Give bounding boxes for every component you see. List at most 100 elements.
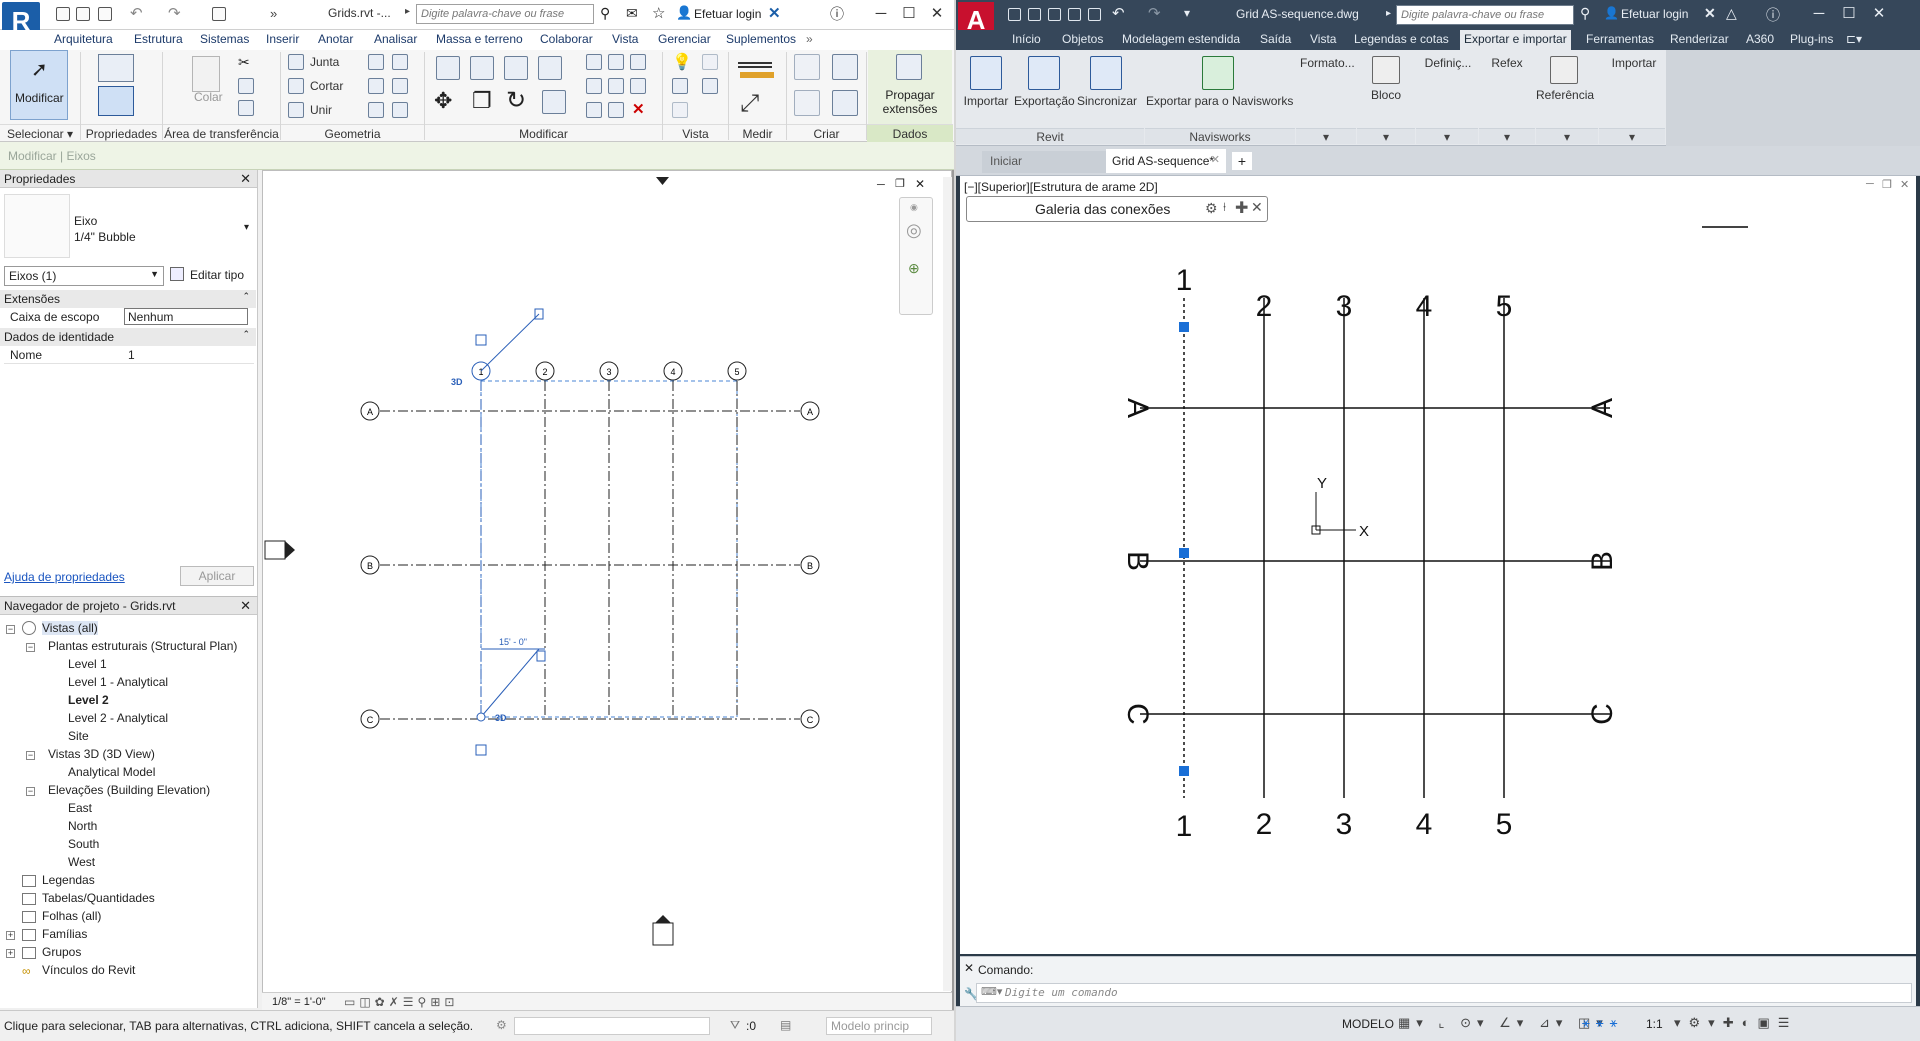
tab-inicio[interactable]: Início: [1012, 32, 1041, 46]
tree-item-families[interactable]: Famílias: [42, 927, 87, 941]
tab-overflow-icon[interactable]: »: [806, 32, 813, 46]
revit-drawing-area[interactable]: ─ ❐ ✕ ◉ ◎ ⊕ A A B B C C 1 2 3 4 5 3D 3D …: [262, 170, 952, 1010]
import-revit-button[interactable]: Importar: [960, 94, 1012, 108]
revit-search-input[interactable]: Digite palavra-chave ou frase: [416, 4, 594, 24]
autocad-login-link[interactable]: Efetuar login: [1621, 7, 1688, 21]
sync-revit-icon[interactable]: [1090, 56, 1122, 90]
scope-box-field[interactable]: Nenhum: [124, 308, 248, 325]
communication-icon[interactable]: ✉: [626, 5, 638, 22]
extent-3d-label-bottom[interactable]: 3D: [495, 713, 507, 723]
panel-expand-block[interactable]: ▾: [1357, 128, 1415, 144]
panel-expand-format[interactable]: ▾: [1296, 128, 1356, 144]
elevation-marker-west[interactable]: [264, 540, 286, 560]
measure-distance-icon[interactable]: [738, 62, 772, 68]
create-similar-icon[interactable]: [832, 90, 858, 116]
grip-bottom[interactable]: [1179, 766, 1189, 776]
offset-icon[interactable]: [470, 56, 494, 80]
tab-renderizar[interactable]: Renderizar: [1670, 32, 1729, 46]
workset-select[interactable]: [514, 1017, 710, 1035]
tab-objetos[interactable]: Objetos: [1062, 32, 1103, 46]
tree-item-east[interactable]: East: [68, 801, 92, 815]
paint-icon[interactable]: [392, 78, 408, 94]
dimension-icon[interactable]: ⤢: [740, 90, 759, 118]
autocad-search-input[interactable]: Digite palavra-chave ou frase: [1396, 5, 1574, 25]
tab-exportar-importar[interactable]: Exportar e importar: [1460, 30, 1571, 50]
grid-end-handle[interactable]: [476, 712, 486, 722]
tree-item-revit-links[interactable]: Vínculos do Revit: [42, 963, 135, 977]
properties-toggle-icon[interactable]: [98, 86, 134, 116]
panel-expand-reference[interactable]: ▾: [1536, 128, 1598, 144]
autocad-minimize-button[interactable]: ─: [1808, 4, 1830, 24]
qat-more-icon[interactable]: »: [270, 6, 277, 21]
tree-item-site[interactable]: Site: [68, 729, 89, 743]
exchange-icon[interactable]: ✕: [768, 4, 781, 22]
tree-item-level-2-analytical[interactable]: Level 2 - Analytical: [68, 711, 168, 725]
sync-icon[interactable]: [98, 7, 112, 21]
autodesk-360-icon[interactable]: △: [1726, 5, 1737, 22]
split-face-icon[interactable]: [392, 54, 408, 70]
name-field[interactable]: 1: [128, 348, 135, 362]
tree-item-level-1-analytical[interactable]: Level 1 - Analytical: [68, 675, 168, 689]
filter-icon[interactable]: ⛛: [730, 1018, 740, 1033]
hammer-icon[interactable]: [392, 102, 408, 118]
help-icon[interactable]: ⓘ: [1766, 5, 1780, 25]
save-as-icon[interactable]: [1068, 8, 1081, 21]
refex-button[interactable]: Refex: [1484, 56, 1530, 70]
panel-expand-import[interactable]: ▾: [1599, 128, 1665, 144]
rotate-icon[interactable]: ↻: [506, 86, 526, 115]
close-icon[interactable]: ✕: [1211, 153, 1220, 166]
show-bubble-checkbox[interactable]: [475, 334, 487, 346]
binoculars-icon[interactable]: ⚲: [1580, 5, 1590, 22]
autocad-drawing-area[interactable]: [−][Superior][Estrutura de arame 2D] ─ ❐…: [960, 176, 1916, 954]
navisworks-export-icon[interactable]: [1202, 56, 1234, 90]
revit-close-button[interactable]: ✕: [926, 4, 948, 24]
propagate-extents-button[interactable]: Propagar extensões: [868, 50, 952, 124]
tree-item-analytical-model[interactable]: Analytical Model: [68, 765, 155, 779]
design-options-icon[interactable]: ▤: [780, 1018, 791, 1032]
tree-item-views[interactable]: Vistas (all): [42, 621, 98, 635]
elevation-marker-south[interactable]: [652, 922, 674, 946]
view-control-icons[interactable]: ▭◫✿✗☰⚲⊞⊡: [344, 995, 458, 1009]
panel-label-selecionar[interactable]: Selecionar ▾: [0, 124, 80, 142]
plot-icon[interactable]: [1088, 8, 1101, 21]
apply-button[interactable]: Aplicar: [180, 566, 254, 586]
join-button[interactable]: Junta: [310, 55, 339, 69]
panel-expand-refex[interactable]: ▾: [1479, 128, 1535, 144]
measure-icon[interactable]: [212, 7, 226, 21]
tab-modelagem[interactable]: Modelagem estendida: [1122, 32, 1240, 46]
expand-icon[interactable]: +: [6, 949, 15, 958]
tree-item-west[interactable]: West: [68, 855, 95, 869]
open-icon[interactable]: [56, 7, 70, 21]
close-icon[interactable]: ✕: [240, 598, 251, 614]
panel-expand-definition[interactable]: ▾: [1416, 128, 1478, 144]
navisworks-export-button[interactable]: Exportar para o Navisworks: [1146, 94, 1293, 108]
temporary-dimension[interactable]: 15' - 0": [499, 637, 527, 647]
command-input[interactable]: ⌨▾ Digite um comando: [976, 983, 1912, 1003]
tree-item-level-2[interactable]: Level 2: [68, 693, 109, 707]
tab-saida[interactable]: Saída: [1260, 32, 1291, 46]
save-icon[interactable]: [76, 7, 90, 21]
paste-button[interactable]: Colar: [194, 90, 223, 104]
model-space-toggle[interactable]: MODELO: [1342, 1017, 1394, 1031]
lightbulb-icon[interactable]: 💡: [672, 52, 692, 72]
tab-inserir[interactable]: Inserir: [266, 32, 299, 46]
elevation-marker-north[interactable]: [656, 177, 669, 185]
override-graphics-icon[interactable]: [672, 78, 688, 94]
group-identity[interactable]: Dados de identidade ⌃: [0, 328, 256, 346]
tree-item-3d-views[interactable]: Vistas 3D (3D View): [48, 747, 155, 761]
definition-button[interactable]: Definiç...: [1420, 56, 1476, 70]
copy-icon[interactable]: [238, 78, 254, 94]
tab-anotar[interactable]: Anotar: [318, 32, 353, 46]
pin-icon[interactable]: [630, 54, 646, 70]
cut-geometry-button[interactable]: Cortar: [310, 79, 343, 93]
annotation-scale[interactable]: 1:1: [1646, 1017, 1663, 1031]
design-option-select[interactable]: Modelo princip: [826, 1017, 932, 1035]
drafting-toggles[interactable]: ▦▾ ⌞ ⊙▾ ∠▾ ⊿▾ ◫▾: [1398, 1015, 1609, 1031]
create-assembly-icon[interactable]: [794, 54, 820, 80]
undo-icon[interactable]: ↶: [130, 4, 143, 22]
tree-item-elevations[interactable]: Elevações (Building Elevation): [48, 783, 210, 797]
demolish-icon[interactable]: [368, 78, 384, 94]
linework-icon[interactable]: [672, 102, 688, 118]
sync-revit-button[interactable]: Sincronizar: [1076, 94, 1138, 108]
doc-tab-start[interactable]: Iniciar: [982, 151, 1106, 173]
